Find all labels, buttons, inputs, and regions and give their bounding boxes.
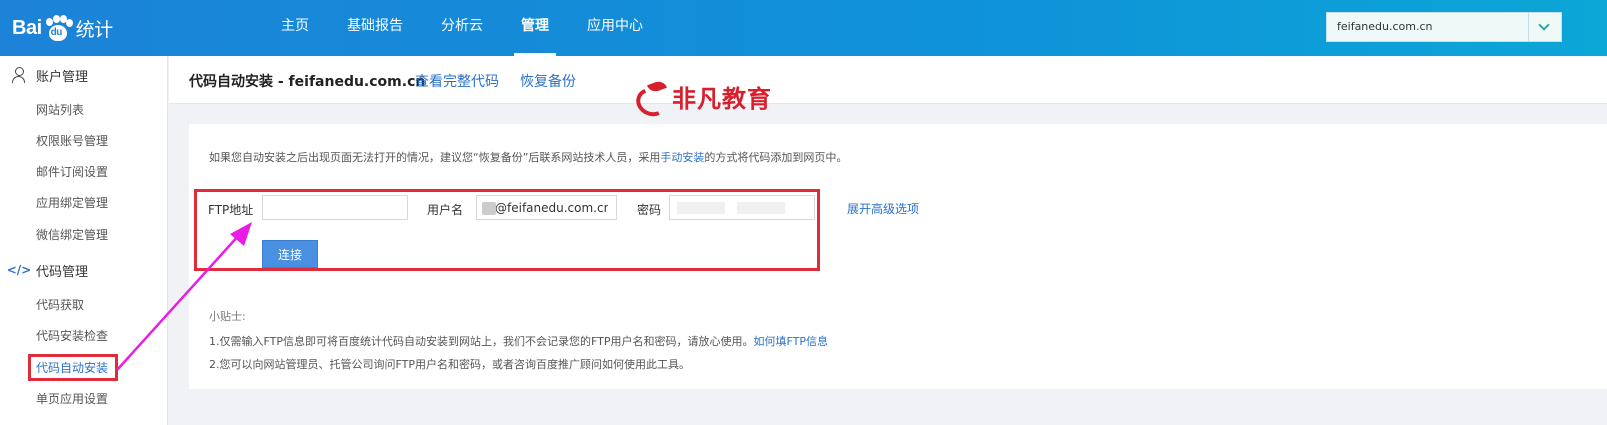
sidebar-group-account-label: 账户管理 (36, 69, 89, 85)
tip-1-text: 1.仅需输入FTP信息即可将百度统计代码自动安装到网站上，我们不会记录您的FTP… (209, 335, 754, 348)
ftp-address-label: FTP地址 (208, 203, 254, 217)
site-select[interactable]: feifanedu.com.cn (1326, 12, 1562, 42)
logo-paw-text: du (50, 27, 63, 38)
logo-text-left: Bai (12, 16, 42, 39)
notice-after: 的方式将代码添加到网页中。 (704, 151, 848, 164)
redacted-blur (677, 202, 725, 214)
username-input[interactable] (476, 195, 617, 220)
site-select-value: feifanedu.com.cn (1337, 20, 1433, 33)
redacted-mark (482, 202, 496, 215)
notice-text: 如果您自动安装之后出现页面无法打开的情况，建议您“恢复备份”后联系网站技术人员，… (209, 149, 847, 165)
sidebar-item-code-check[interactable]: 代码安装检查 (36, 326, 108, 346)
sidebar-item-code-get[interactable]: 代码获取 (36, 295, 84, 315)
nav-management[interactable]: 管理 (502, 0, 568, 56)
redacted-blur (737, 202, 785, 214)
sidebar-item-wechat-binding[interactable]: 微信绑定管理 (36, 225, 108, 245)
restore-backup-link[interactable]: 恢复备份 (520, 71, 576, 91)
ftp-address-input[interactable] (262, 195, 408, 220)
sidebar-item-email-subscription[interactable]: 邮件订阅设置 (36, 162, 108, 182)
manual-install-link[interactable]: 手动安装 (660, 151, 704, 164)
code-brackets-icon: </> (6, 263, 32, 277)
brand-logo-icon (632, 78, 672, 121)
page-title: 代码自动安装 - feifanedu.com.cn (189, 74, 426, 90)
tip-1: 1.仅需输入FTP信息即可将百度统计代码自动安装到网站上，我们不会记录您的FTP… (209, 333, 828, 349)
sidebar-active-highlight (28, 354, 118, 381)
sidebar-item-single-page-app[interactable]: 单页应用设置 (36, 389, 108, 409)
tips-title: 小贴士: (209, 310, 246, 323)
main-nav: 主页 基础报告 分析云 管理 应用中心 (262, 0, 662, 56)
watermark-brand: 非凡教育 (632, 78, 772, 121)
sidebar-group-code-label: 代码管理 (36, 264, 89, 280)
person-icon (10, 67, 28, 83)
top-header: Bai du 统计 主页 基础报告 分析云 管理 应用中心 feifanedu.… (0, 0, 1607, 56)
ftp-help-link[interactable]: 如何填FTP信息 (753, 335, 828, 348)
password-label: 密码 (637, 203, 662, 217)
advanced-options-link[interactable]: 展开高级选项 (847, 200, 919, 217)
brand-text: 非凡教育 (672, 85, 772, 113)
nav-analysis-cloud[interactable]: 分析云 (422, 0, 502, 56)
sidebar-item-site-list[interactable]: 网站列表 (36, 100, 84, 120)
content-topbar: 代码自动安装 - feifanedu.com.cn 查看完整代码 恢复备份 非凡… (169, 56, 1607, 121)
nav-basic-reports[interactable]: 基础报告 (328, 0, 422, 56)
nav-app-center[interactable]: 应用中心 (568, 0, 662, 56)
sidebar-group-code[interactable]: </> 代码管理 (0, 258, 168, 282)
main-panel: 如果您自动安装之后出现页面无法打开的情况，建议您“恢复备份”后联系网站技术人员，… (189, 124, 1607, 389)
logo-text-cn: 统计 (75, 18, 114, 41)
sidebar-item-app-binding[interactable]: 应用绑定管理 (36, 193, 108, 213)
paw-icon: du (43, 15, 73, 41)
sidebar-item-permission-accounts[interactable]: 权限账号管理 (36, 131, 108, 151)
connect-button[interactable]: 连接 (262, 240, 318, 268)
chevron-down-icon[interactable] (1528, 13, 1561, 41)
tip-2: 2.您可以向网站管理员、托管公司询问FTP用户名和密码，或者咨询百度推广顾问如何… (209, 358, 690, 371)
notice-before: 如果您自动安装之后出现页面无法打开的情况，建议您“恢复备份”后联系网站技术人员，… (209, 151, 661, 164)
view-full-code-link[interactable]: 查看完整代码 (415, 71, 499, 91)
nav-home[interactable]: 主页 (262, 0, 328, 56)
baidu-tongji-logo[interactable]: Bai du 统计 (12, 14, 113, 42)
sidebar-group-account[interactable]: 账户管理 (0, 63, 168, 87)
username-label: 用户名 (427, 203, 464, 217)
